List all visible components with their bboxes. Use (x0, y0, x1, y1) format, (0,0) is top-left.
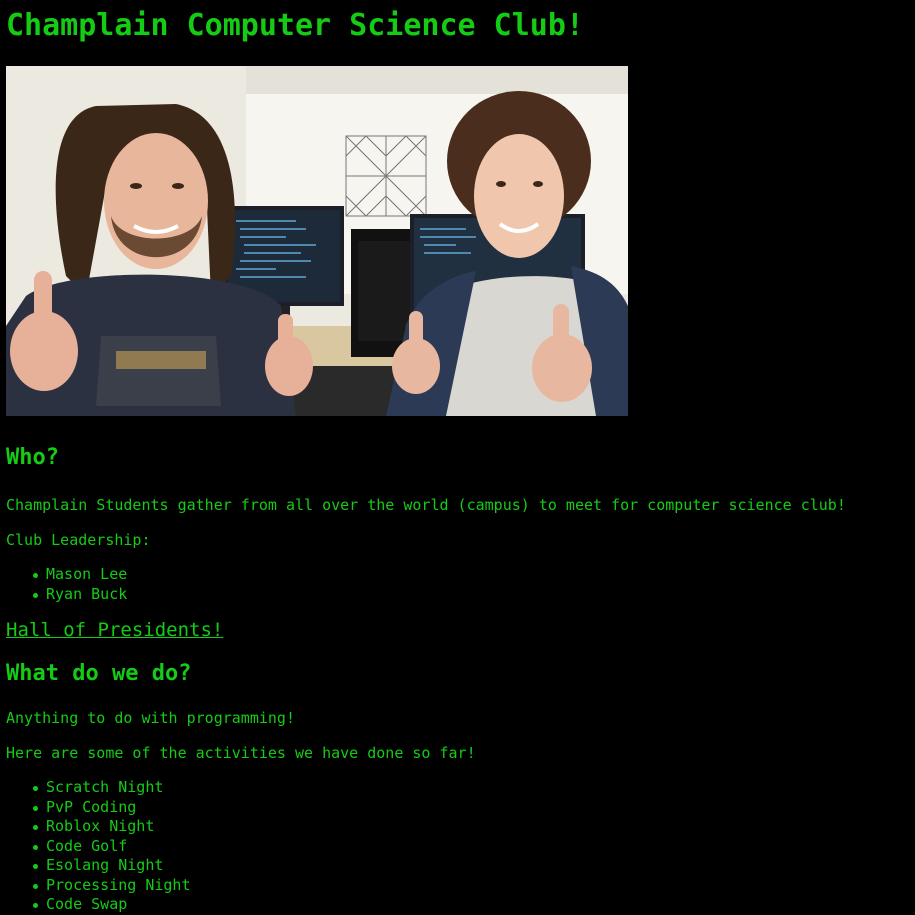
activities-list: Scratch Night PvP Coding Roblox Night Co… (6, 778, 909, 915)
what-heading: What do we do? (6, 661, 192, 686)
list-item: Code Swap (33, 895, 909, 915)
what-description: Anything to do with programming! (6, 709, 295, 727)
club-leaders-photo (6, 66, 628, 416)
activities-intro: Here are some of the activities we have … (6, 744, 476, 762)
list-item: PvP Coding (33, 798, 909, 818)
leaders-list: Mason Lee Ryan Buck (6, 565, 909, 604)
who-heading: Who? (6, 445, 59, 470)
list-item: Code Golf (33, 837, 909, 857)
list-item: Processing Night (33, 876, 909, 896)
list-item: Esolang Night (33, 856, 909, 876)
list-item: Scratch Night (33, 778, 909, 798)
page-content: Champlain Computer Science Club! Who? Ch… (0, 0, 915, 915)
who-description: Champlain Students gather from all over … (6, 496, 846, 514)
list-item: Mason Lee (33, 565, 909, 585)
list-item: Roblox Night (33, 817, 909, 837)
list-item: Ryan Buck (33, 585, 909, 605)
leadership-label: Club Leadership: (6, 531, 151, 549)
hall-of-presidents-link[interactable]: Hall of Presidents! (6, 619, 223, 641)
page-title: Champlain Computer Science Club! (6, 8, 584, 43)
